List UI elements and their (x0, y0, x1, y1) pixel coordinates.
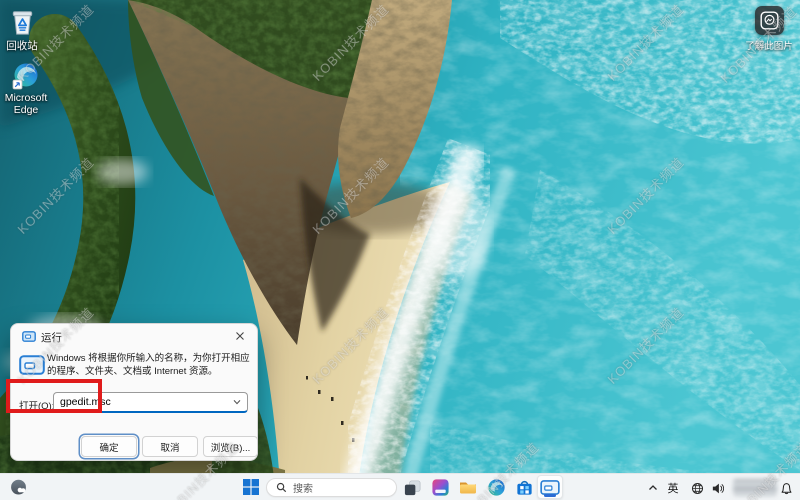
ime-label: 英 (667, 483, 679, 495)
close-icon (236, 331, 244, 340)
microsoft-365-icon (431, 478, 449, 496)
microsoft-365-button[interactable] (427, 475, 453, 499)
chevron-up-icon (649, 485, 657, 490)
run-icon (22, 331, 36, 342)
dialog-description: Windows 将根据你所输入的名称，为你打开相应的程序、文件夹、文档或 Int… (47, 353, 250, 377)
desktop-icon-recycle-bin[interactable]: 回收站 (0, 5, 53, 52)
widgets-button[interactable] (7, 477, 29, 498)
recycle-bin-icon (12, 11, 32, 35)
store-icon (516, 480, 532, 495)
close-button[interactable] (225, 325, 255, 346)
bell-icon (781, 482, 791, 494)
active-app-indicator (544, 494, 556, 497)
search-icon (276, 482, 287, 493)
dialog-titlebar[interactable]: 运行 (11, 324, 257, 348)
run-icon (19, 355, 45, 375)
task-view-icon (404, 480, 420, 495)
weather-icon (10, 479, 26, 495)
file-explorer-button[interactable] (455, 475, 481, 499)
tray-overflow-button[interactable] (645, 480, 661, 496)
network-button[interactable] (688, 479, 706, 497)
task-view-button[interactable] (399, 475, 425, 499)
dialog-title: 运行 (41, 332, 62, 344)
notification-button[interactable] (777, 479, 795, 497)
recycle-bin-label: 回收站 (6, 40, 38, 52)
search-placeholder: 搜索 (293, 484, 313, 495)
cancel-button[interactable]: 取消 (142, 436, 198, 457)
globe-network-icon (691, 482, 703, 494)
run-app-button[interactable] (537, 475, 563, 499)
desktop-icon-edge[interactable]: Microsoft Edge (0, 62, 57, 116)
speaker-icon (712, 483, 724, 493)
microsoft-store-button[interactable] (511, 475, 537, 499)
spotlight-info-button[interactable]: 了解此图片 (741, 6, 797, 52)
taskbar-search[interactable]: 搜索 (266, 478, 397, 497)
desktop: 回收站 Microsoft Edge 了解此图片 运行 Windows 将根据你… (0, 0, 800, 500)
annotation-highlight (6, 379, 102, 413)
chevron-down-icon[interactable] (232, 397, 242, 407)
edge-taskbar-button[interactable] (483, 475, 509, 499)
edge-icon (12, 63, 38, 90)
picture-info-icon (760, 11, 779, 30)
start-button[interactable] (238, 475, 264, 499)
browse-button[interactable]: 浏览(B)... (203, 436, 258, 457)
ime-indicator[interactable]: 英 (664, 479, 682, 497)
spotlight-label: 了解此图片 (745, 41, 793, 52)
run-icon (540, 479, 560, 495)
clock-blurred[interactable] (733, 479, 777, 496)
edge-label: Microsoft Edge (4, 92, 48, 117)
folder-icon (460, 482, 476, 494)
ok-button[interactable]: 确定 (81, 436, 137, 457)
spotlight-square (754, 6, 784, 35)
taskbar: 搜索 英 (0, 473, 800, 500)
volume-button[interactable] (708, 479, 726, 497)
edge-icon (487, 478, 505, 496)
windows-logo-icon (243, 479, 259, 495)
